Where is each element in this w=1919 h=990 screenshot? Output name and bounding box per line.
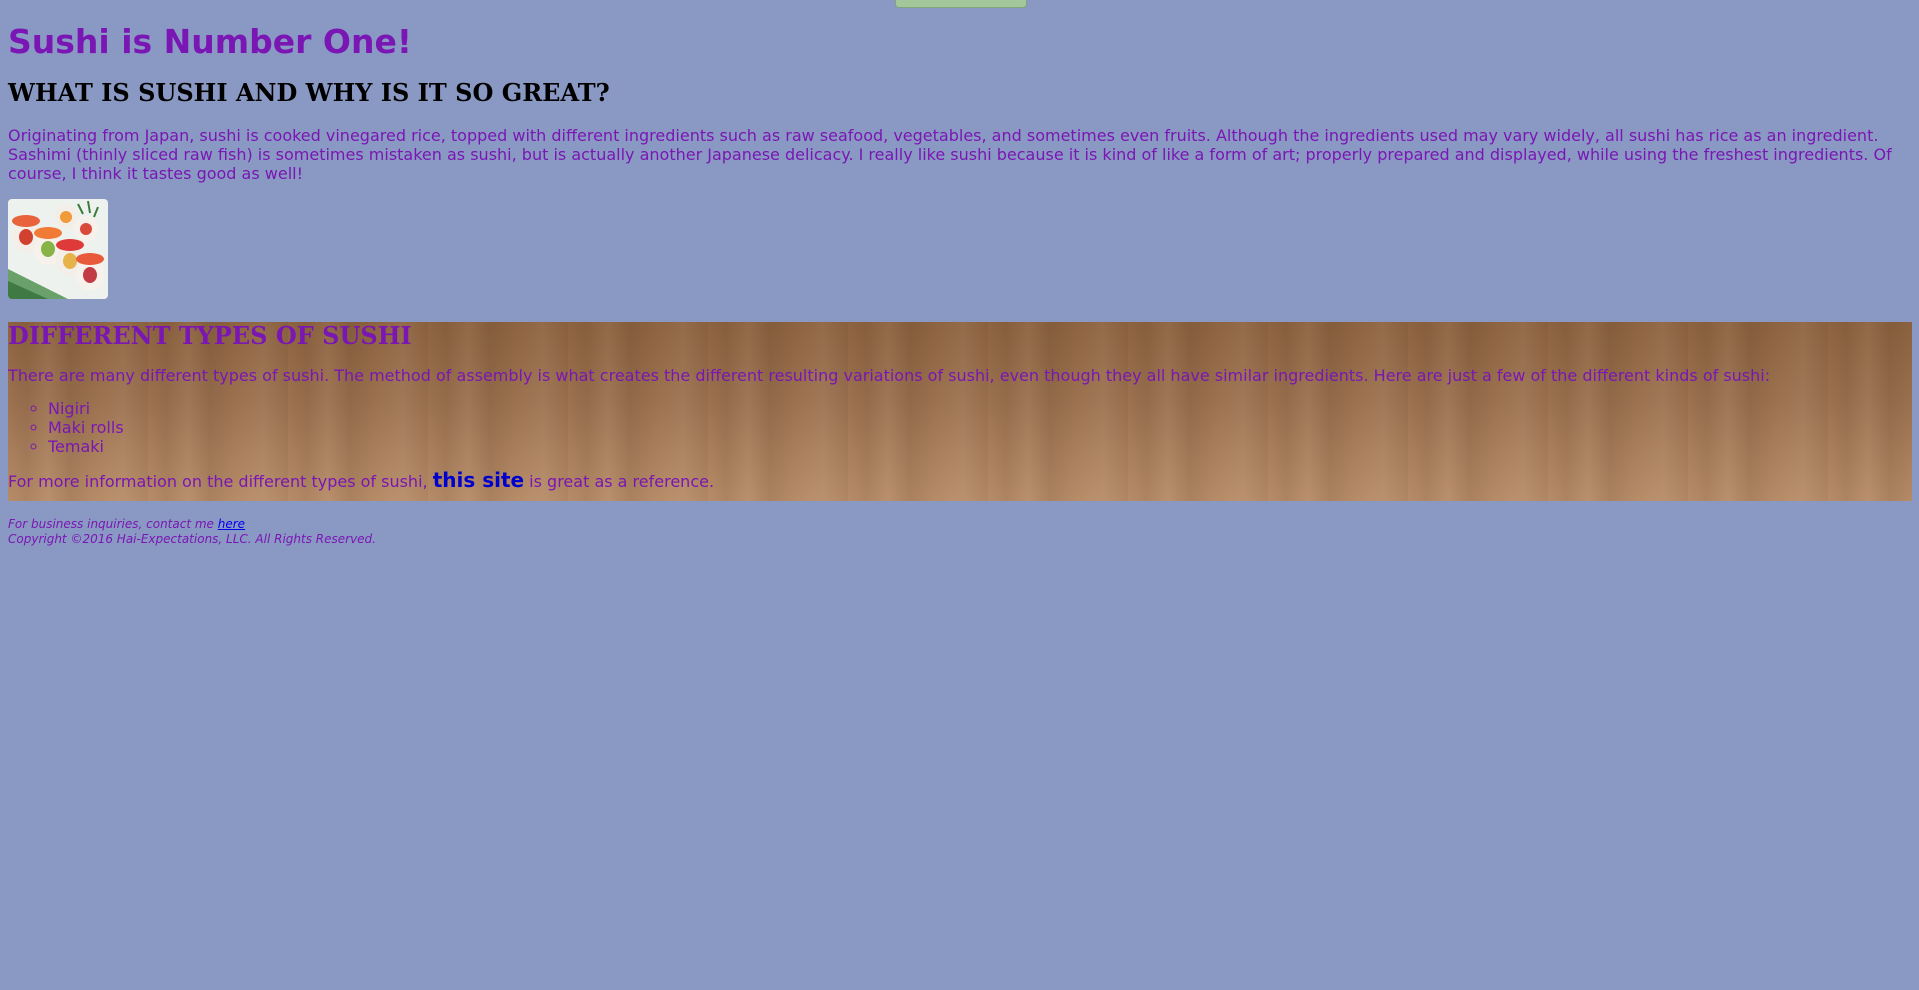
list-item-maki-rolls: Maki rolls [48, 418, 1912, 437]
intro-paragraph: Originating from Japan, sushi is cooked … [8, 126, 1892, 183]
more-info-suffix: is great as a reference. [524, 472, 715, 491]
contact-prefix: For business inquiries, contact me [8, 517, 218, 531]
footer: For business inquiries, contact me here … [8, 517, 1911, 547]
list-item-nigiri: Nigiri [48, 399, 1912, 418]
types-paragraph: There are many different types of sushi.… [8, 366, 1771, 385]
contact-here-link[interactable]: here [218, 517, 245, 531]
page-title: Sushi is Number One! [8, 22, 412, 61]
more-info-paragraph: For more information on the different ty… [8, 468, 1912, 492]
copyright-text: Copyright ©2016 Hai-Expectations, LLC. A… [8, 532, 376, 546]
more-info-prefix: For more information on the different ty… [8, 472, 433, 491]
this-site-link[interactable]: this site [433, 468, 524, 492]
contact-line: For business inquiries, contact me here [8, 517, 1911, 532]
types-section: DIFFERENT TYPES OF SUSHI There are many … [8, 322, 1912, 501]
types-list: Nigiri Maki rolls Temaki [8, 399, 1912, 456]
page-content: Sushi is Number One! WHAT IS SUSHI AND W… [8, 0, 1912, 547]
list-item-temaki: Temaki [48, 437, 1912, 456]
types-heading: DIFFERENT TYPES OF SUSHI [8, 321, 412, 350]
intro-heading: WHAT IS SUSHI AND WHY IS IT SO GREAT? [8, 78, 610, 107]
sushi-rolls-image [8, 199, 108, 299]
